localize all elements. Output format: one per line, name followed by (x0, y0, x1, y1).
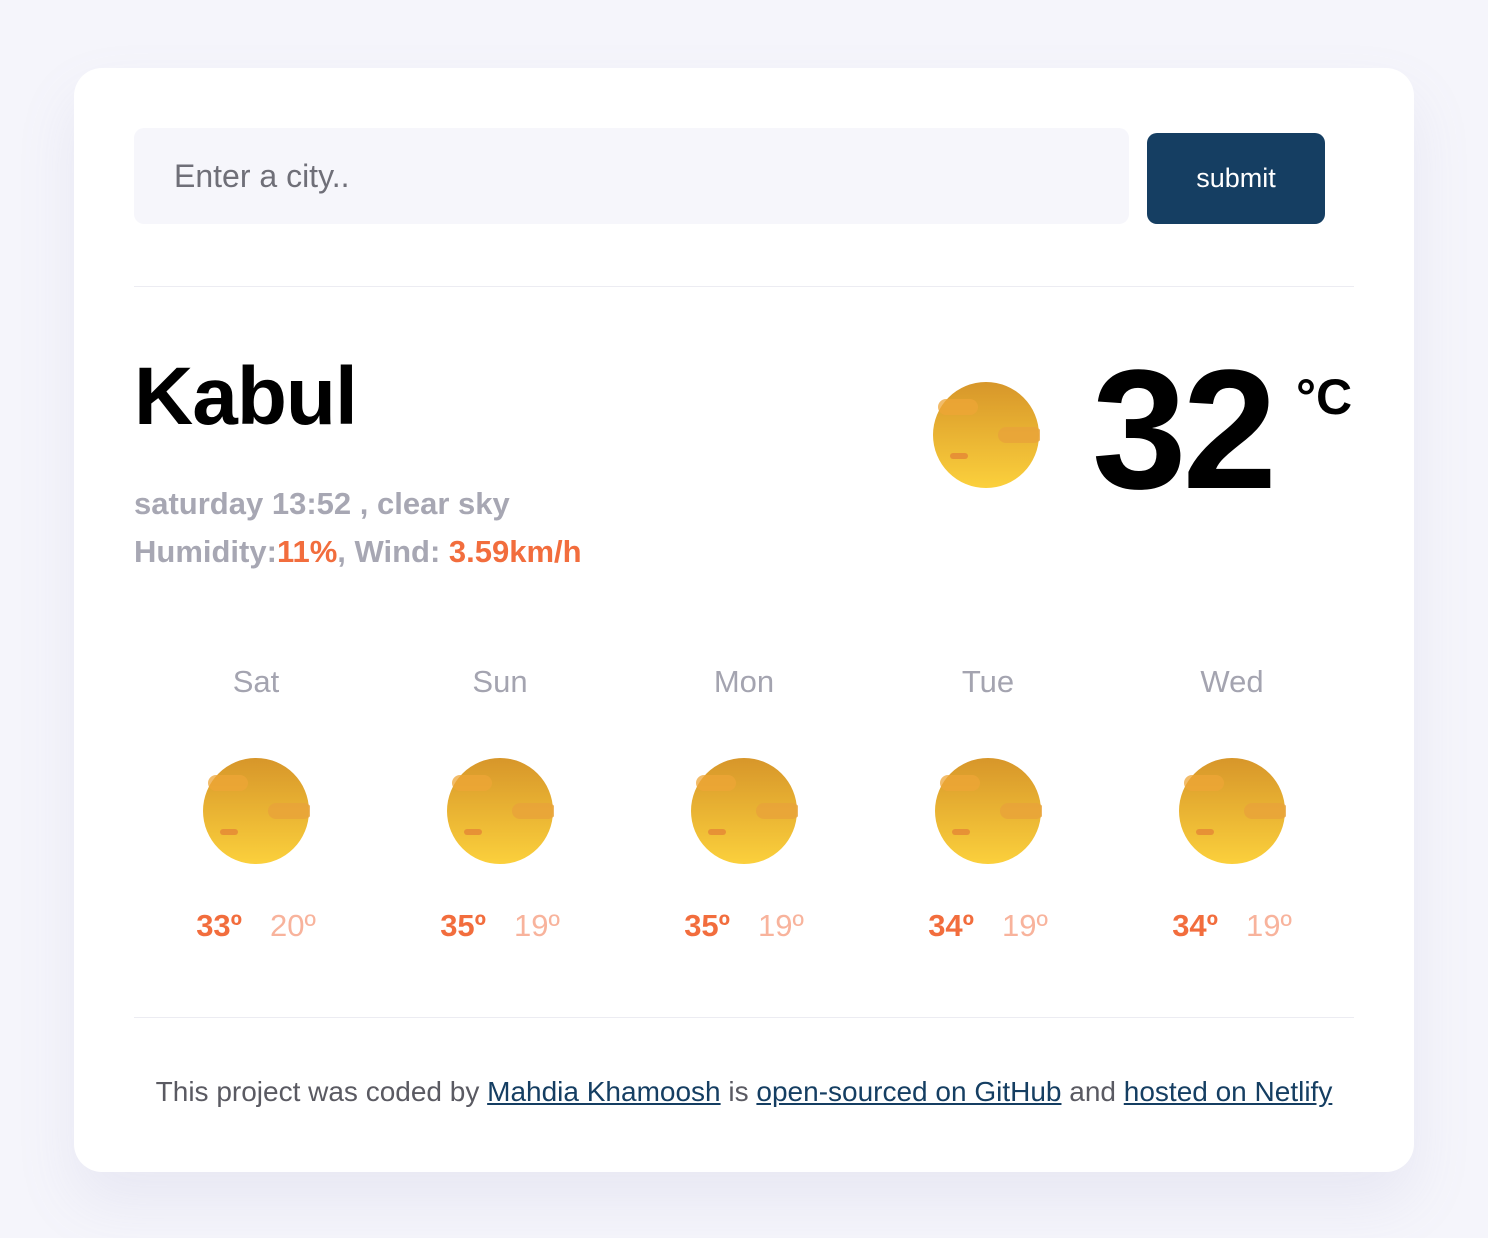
forecast-max-temp: 33º (196, 908, 242, 943)
forecast-day-name: Tue (961, 664, 1015, 699)
humidity-value: 11% (276, 534, 338, 569)
clear-sky-sun-icon (934, 757, 1042, 865)
forecast-day-name: Mon (713, 664, 775, 699)
weather-card: submit Kabul saturday 13:52 , clear sky … (74, 68, 1414, 1172)
forecast-row: Sat 33º 20º Sun 35º 19º Mon 35º 19º Tue 34º… (134, 658, 1354, 958)
current-temperature: 32 (1092, 335, 1277, 525)
current-day: saturday (134, 486, 264, 521)
search-form: submit (134, 128, 1325, 224)
top-divider (134, 286, 1354, 287)
footer-prefix: This project was coded by (155, 1076, 488, 1107)
footer: This project was coded by Mahdia Khamoos… (74, 1076, 1414, 1108)
forecast-min-temp: 20º (270, 908, 316, 943)
wind-label: , Wind: (337, 534, 449, 569)
forecast-min-temp: 19º (1002, 908, 1048, 943)
clear-sky-sun-icon (446, 757, 554, 865)
date-description-line: saturday 13:52 , clear sky (134, 486, 510, 521)
footer-middle-2: and (1061, 1076, 1124, 1107)
author-link[interactable]: Mahdia Khamoosh (487, 1076, 720, 1107)
forecast-day: Sun 35º 19º (378, 658, 622, 958)
current-time: 13:52 (271, 486, 352, 521)
forecast-temps: 33º 20º (134, 908, 378, 944)
clear-sky-sun-icon (932, 381, 1040, 489)
forecast-day: Tue 34º 19º (866, 658, 1110, 958)
city-search-input[interactable] (134, 128, 1129, 224)
forecast-min-temp: 19º (758, 908, 804, 943)
forecast-day: Wed 34º 19º (1110, 658, 1354, 958)
forecast-temps: 35º 19º (378, 908, 622, 944)
forecast-day-name: Wed (1200, 664, 1264, 699)
forecast-max-temp: 35º (684, 908, 730, 943)
wind-value: 3.59km/h (448, 534, 582, 569)
weather-description: clear sky (377, 486, 510, 521)
forecast-max-temp: 34º (1172, 908, 1218, 943)
forecast-max-temp: 34º (928, 908, 974, 943)
footer-middle-1: is (720, 1076, 757, 1107)
forecast-min-temp: 19º (1246, 908, 1292, 943)
github-link[interactable]: open-sourced on GitHub (756, 1076, 1061, 1107)
netlify-link[interactable]: hosted on Netlify (1124, 1076, 1333, 1107)
forecast-temps: 34º 19º (866, 908, 1110, 944)
submit-button[interactable]: submit (1147, 133, 1325, 224)
bottom-divider (134, 1017, 1354, 1018)
current-details: saturday 13:52 , clear sky Humidity:11%,… (134, 480, 582, 576)
humidity-wind-line: Humidity:11%, Wind: 3.59km/h (134, 528, 582, 576)
clear-sky-sun-icon (202, 757, 310, 865)
forecast-temps: 34º 19º (1110, 908, 1354, 944)
city-name: Kabul (134, 351, 358, 442)
forecast-min-temp: 19º (514, 908, 560, 943)
forecast-day: Mon 35º 19º (622, 658, 866, 958)
temperature-unit: °C (1296, 369, 1353, 425)
humidity-label: Humidity: (134, 534, 277, 569)
forecast-day: Sat 33º 20º (134, 658, 378, 958)
clear-sky-sun-icon (690, 757, 798, 865)
forecast-temps: 35º 19º (622, 908, 866, 944)
clear-sky-sun-icon (1178, 757, 1286, 865)
forecast-day-name: Sun (472, 664, 528, 699)
forecast-day-name: Sat (232, 664, 280, 699)
forecast-max-temp: 35º (440, 908, 486, 943)
